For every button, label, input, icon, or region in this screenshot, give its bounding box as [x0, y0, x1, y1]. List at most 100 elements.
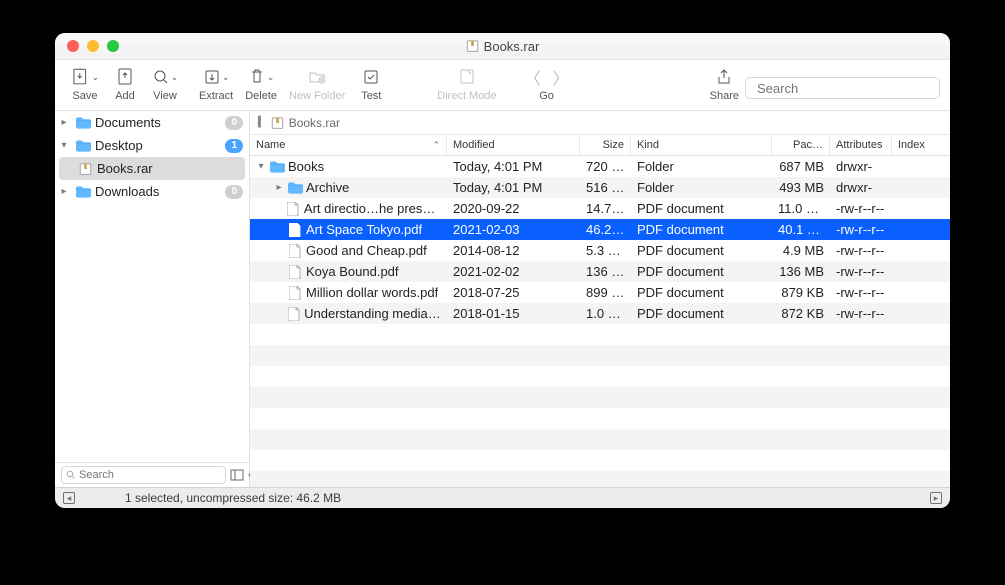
file-modified: 2018-01-15 — [447, 306, 580, 321]
file-attributes: -rw-r--r-- — [830, 243, 892, 258]
file-modified: 2018-07-25 — [447, 285, 580, 300]
folder-icon — [286, 182, 304, 194]
file-kind: Folder — [631, 180, 772, 195]
toolbar-search-input[interactable] — [757, 81, 933, 96]
header-index[interactable]: Index — [892, 135, 950, 155]
file-modified: 2021-02-02 — [447, 264, 580, 279]
sidebar-search[interactable] — [61, 466, 226, 484]
table-row[interactable]: Good and Cheap.pdf2014-08-125.3 MBPDF do… — [250, 240, 950, 261]
file-size: 46.2 MB — [580, 222, 631, 237]
disclosure-icon[interactable]: ▾ — [57, 140, 71, 151]
archive-icon — [466, 39, 479, 53]
file-size: 136 MB — [580, 264, 631, 279]
file-kind: PDF document — [631, 243, 772, 258]
file-kind: PDF document — [631, 285, 772, 300]
app-window: Books.rar ⌄ Save Add ⌄ View ⌄ Extract ⌄ … — [55, 33, 950, 508]
toolbar: ⌄ Save Add ⌄ View ⌄ Extract ⌄ Delete New… — [55, 60, 950, 111]
disclosure-icon[interactable]: ▸ — [57, 117, 71, 128]
header-name[interactable]: Name⌃ — [250, 135, 447, 155]
delete-button[interactable]: ⌄ Delete — [239, 66, 283, 102]
directmode-button: Direct Mode — [431, 66, 502, 102]
file-modified: Today, 4:01 PM — [447, 159, 580, 174]
folder-icon — [268, 161, 286, 173]
count-badge: 1 — [225, 139, 243, 153]
archive-icon — [77, 161, 93, 177]
file-packed: 872 KB — [772, 306, 830, 321]
table-row[interactable]: ▾BooksToday, 4:01 PM720 MBFolder687 MBdr… — [250, 156, 950, 177]
search-icon — [66, 470, 76, 480]
file-name: Books — [288, 159, 324, 174]
view-button[interactable]: ⌄ View — [145, 66, 185, 102]
doc-icon — [286, 286, 304, 300]
status-left-button[interactable]: ◂ — [63, 492, 75, 504]
sidebar-item-label: Documents — [95, 115, 221, 130]
test-button[interactable]: Test — [351, 66, 391, 102]
share-button[interactable]: Share — [704, 66, 745, 102]
file-modified: 2020-09-22 — [447, 201, 580, 216]
file-attributes: -rw-r--r-- — [830, 222, 892, 237]
sidebar-item[interactable]: ▸Documents0 — [55, 111, 249, 134]
doc-icon — [286, 223, 304, 237]
sidebar-item[interactable]: ▸Downloads0 — [55, 180, 249, 203]
sort-indicator-icon: ⌃ — [432, 140, 440, 151]
save-button[interactable]: ⌄ Save — [65, 66, 105, 102]
save-icon: ⌄ — [71, 66, 99, 88]
table-row[interactable]: Art directio…he press.pdf 2020-09-2214.7 … — [250, 198, 950, 219]
archive-icon — [271, 116, 284, 130]
go-forward-button[interactable]: 〉 — [547, 65, 575, 89]
file-attributes: -rw-r--r-- — [830, 285, 892, 300]
header-attributes[interactable]: Attributes — [830, 135, 892, 155]
file-size: 899 KB — [580, 285, 631, 300]
file-attributes: -rw-r--r-- — [830, 201, 892, 216]
sidebar-search-bar — [55, 462, 249, 487]
minimize-button[interactable] — [87, 40, 99, 52]
traffic-lights — [55, 40, 119, 52]
status-bar: ◂ 1 selected, uncompressed size: 46.2 MB… — [55, 487, 950, 508]
file-size: 5.3 MB — [580, 243, 631, 258]
file-name: Art directio…he press.pdf — [304, 201, 441, 216]
sidebar-item-label: Books.rar — [97, 161, 243, 176]
table-row[interactable]: ▸ArchiveToday, 4:01 PM516 MBFolder493 MB… — [250, 177, 950, 198]
sidebar-search-input[interactable] — [79, 469, 221, 481]
file-packed: 4.9 MB — [772, 243, 830, 258]
header-size[interactable]: Size — [580, 135, 631, 155]
go-back-button[interactable]: 〈 — [519, 65, 547, 89]
file-name: Understanding media.pdf — [304, 306, 441, 321]
table-row[interactable]: Million dollar words.pdf 2018-07-25899 KB… — [250, 282, 950, 303]
file-size: 14.7 MB — [580, 201, 631, 216]
extract-button[interactable]: ⌄ Extract — [193, 66, 239, 102]
file-name: Million dollar words.pdf — [306, 285, 438, 300]
main-panel: ▍ Books.rar Name⌃ Modified Size Kind Pac… — [250, 111, 950, 487]
close-button[interactable] — [67, 40, 79, 52]
sidebar-item[interactable]: ▾ Desktop 1 — [55, 134, 249, 157]
disclosure-icon[interactable]: ▾ — [254, 161, 268, 172]
add-icon — [111, 66, 139, 88]
view-icon: ⌄ — [151, 66, 179, 88]
sidebar-item-label: Desktop — [95, 138, 221, 153]
header-packed[interactable]: Pac… — [772, 135, 830, 155]
table-row[interactable]: Art Space Tokyo.pdf 2021-02-0346.2 MBPDF … — [250, 219, 950, 240]
sidebar-collapse-button[interactable] — [230, 467, 244, 483]
header-kind[interactable]: Kind — [631, 135, 772, 155]
maximize-button[interactable] — [107, 40, 119, 52]
path-segment[interactable]: Books.rar — [289, 116, 340, 130]
file-kind: PDF document — [631, 222, 772, 237]
file-name: Art Space Tokyo.pdf — [306, 222, 422, 237]
file-attributes: drwxr- — [830, 159, 892, 174]
header-modified[interactable]: Modified — [447, 135, 580, 155]
path-bar[interactable]: ▍ Books.rar — [250, 111, 950, 135]
add-button[interactable]: Add — [105, 66, 145, 102]
file-modified: 2021-02-03 — [447, 222, 580, 237]
disclosure-icon[interactable]: ▸ — [272, 182, 286, 193]
table-row[interactable]: Koya Bound.pdf2021-02-02136 MBPDF docume… — [250, 261, 950, 282]
file-list[interactable]: ▾BooksToday, 4:01 PM720 MBFolder687 MBdr… — [250, 156, 950, 487]
toolbar-search[interactable] — [745, 77, 940, 99]
sidebar-item[interactable]: Books.rar — [59, 157, 245, 180]
folder-icon — [75, 184, 91, 200]
file-kind: PDF document — [631, 306, 772, 321]
status-right-button[interactable]: ▸ — [930, 492, 942, 504]
disclosure-icon[interactable]: ▸ — [57, 186, 71, 197]
table-row[interactable]: Understanding media.pdf2018-01-151.0 MBP… — [250, 303, 950, 324]
doc-icon — [286, 244, 304, 258]
file-kind: PDF document — [631, 264, 772, 279]
